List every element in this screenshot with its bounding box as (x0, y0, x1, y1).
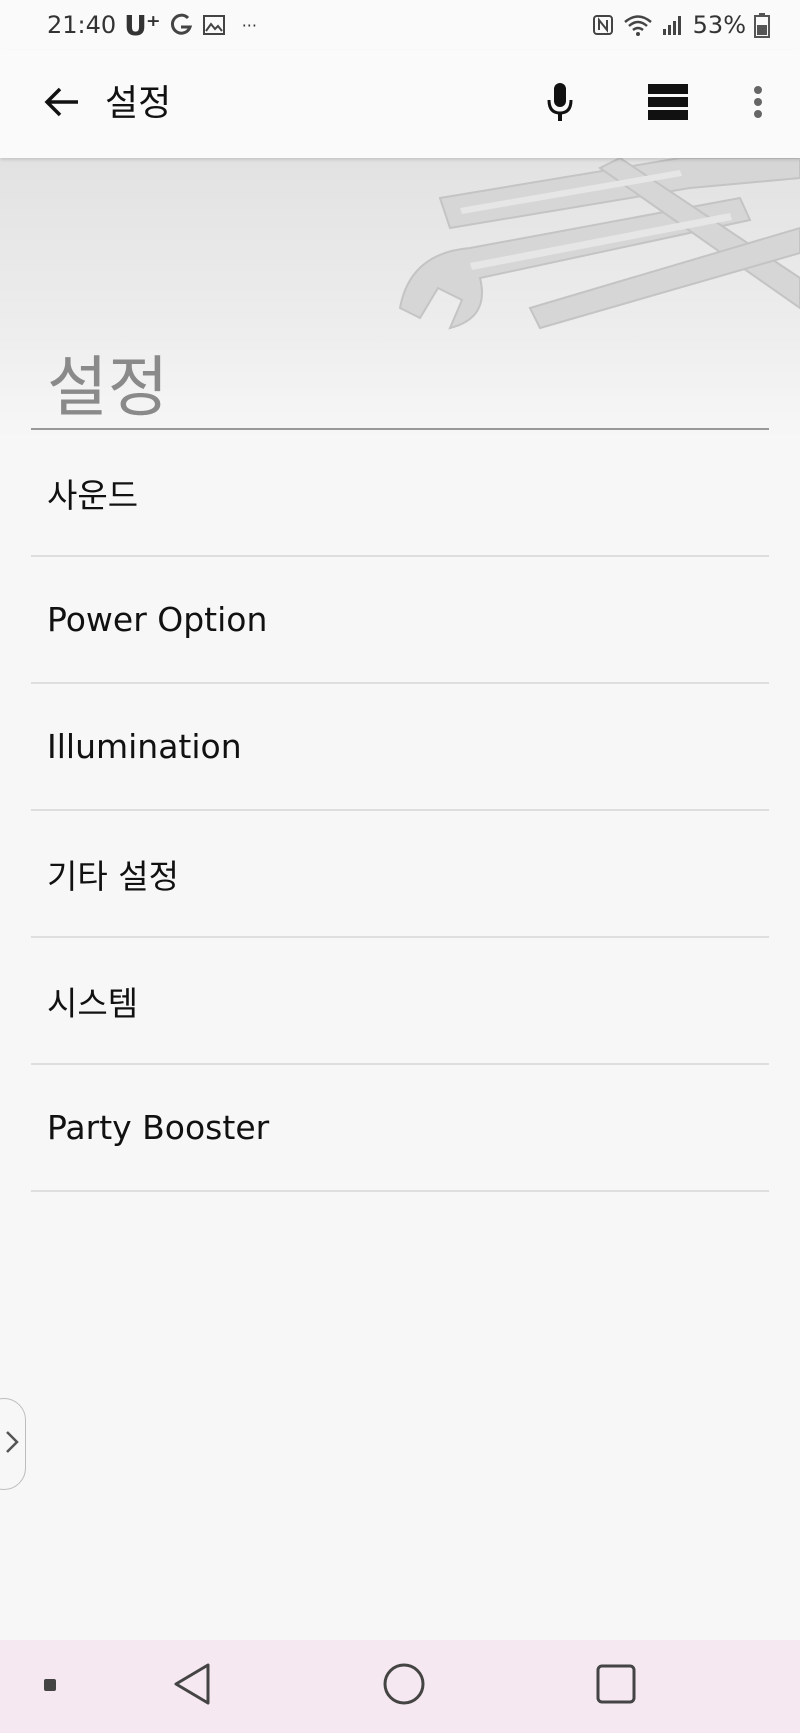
menu-item-label: Power Option (47, 600, 268, 639)
status-left: 21:40 U⁺ ··· (47, 9, 257, 42)
menu-item-label: Party Booster (47, 1108, 270, 1147)
settings-menu: 사운드 Power Option Illumination 기타 설정 시스템 … (31, 430, 769, 1192)
menu-item-other-settings[interactable]: 기타 설정 (31, 811, 769, 938)
nav-dot-button[interactable] (36, 1672, 64, 1700)
menu-item-label: 시스템 (47, 983, 139, 1023)
battery-icon (754, 12, 770, 38)
nav-home-button[interactable] (376, 1658, 432, 1714)
notification-dots: ··· (241, 15, 257, 35)
view-toggle-button[interactable] (642, 80, 694, 128)
section-title: 설정 (47, 349, 169, 426)
carrier-label: U⁺ (124, 8, 161, 42)
home-circle-icon (382, 1662, 426, 1710)
status-bar: 21:40 U⁺ ··· 53% (0, 0, 800, 50)
back-arrow-icon (44, 86, 80, 122)
image-icon (202, 13, 226, 37)
menu-item-label: 사운드 (47, 475, 139, 515)
chevron-right-icon (5, 1430, 19, 1458)
more-options-button[interactable] (740, 80, 776, 128)
back-button[interactable] (40, 82, 84, 126)
battery-percent: 53% (692, 11, 746, 39)
more-vert-icon (753, 85, 763, 123)
voice-search-button[interactable] (536, 80, 584, 128)
nav-back-button[interactable] (166, 1658, 218, 1714)
microphone-icon (545, 81, 575, 127)
edge-panel-handle[interactable] (0, 1398, 26, 1490)
status-right: 53% (591, 11, 770, 39)
menu-item-label: 기타 설정 (47, 856, 179, 896)
menu-item-sound[interactable]: 사운드 (31, 430, 769, 557)
navigation-bar (0, 1640, 800, 1733)
dot-icon (43, 1677, 57, 1696)
list-view-icon (647, 82, 689, 126)
nfc-icon (591, 13, 615, 37)
nav-recents-button[interactable] (588, 1658, 644, 1714)
wrench-illustration (398, 158, 800, 330)
wifi-icon (623, 13, 653, 37)
menu-item-label: Illumination (47, 727, 242, 766)
status-time: 21:40 (47, 11, 117, 39)
menu-item-party-booster[interactable]: Party Booster (31, 1065, 769, 1192)
menu-item-system[interactable]: 시스템 (31, 938, 769, 1065)
back-triangle-icon (172, 1662, 212, 1710)
menu-item-power-option[interactable]: Power Option (31, 557, 769, 684)
recents-square-icon (595, 1663, 637, 1709)
carrier-g-icon (168, 12, 194, 38)
app-title: 설정 (105, 83, 172, 124)
menu-item-illumination[interactable]: Illumination (31, 684, 769, 811)
app-bar: 설정 (0, 50, 800, 158)
signal-icon (661, 13, 685, 37)
